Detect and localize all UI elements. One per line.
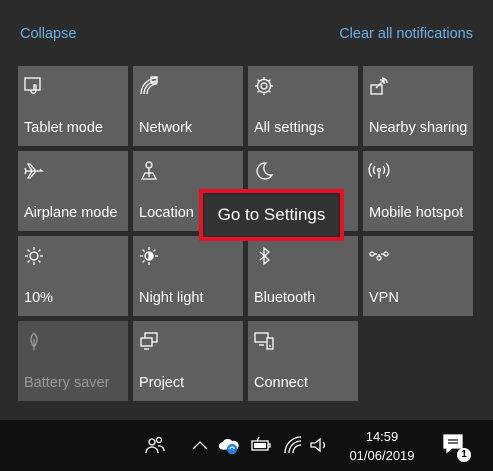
tile-label: Connect (254, 375, 309, 391)
tile-night-light[interactable]: Night light (133, 236, 243, 316)
notification-count-badge: 1 (457, 448, 471, 462)
action-center-button[interactable]: 1 (428, 420, 493, 471)
tile-brightness[interactable]: 10% (18, 236, 128, 316)
tile-network[interactable]: Network (133, 66, 243, 146)
night-light-icon (138, 245, 160, 267)
bluetooth-icon (253, 245, 275, 267)
tile-label: All settings (254, 120, 325, 136)
vpn-icon (368, 245, 390, 267)
collapse-link[interactable]: Collapse (20, 26, 76, 42)
tile-nearby-sharing[interactable]: Nearby sharing (363, 66, 473, 146)
tile-label: Nearby sharing (369, 120, 468, 136)
action-center-panel: Collapse Clear all notifications Tablet … (0, 0, 493, 420)
tile-label: Airplane mode (24, 205, 118, 221)
tile-vpn[interactable]: VPN (363, 236, 473, 316)
connect-icon (253, 330, 275, 352)
clear-all-notifications-link[interactable]: Clear all notifications (339, 26, 473, 42)
volume-icon[interactable] (308, 434, 330, 456)
taskbar: 14:59 01/06/2019 1 (0, 420, 493, 471)
tile-label: Battery saver (24, 375, 110, 391)
tile-label: Network (139, 120, 193, 136)
clock-date: 01/06/2019 (349, 448, 415, 463)
tile-project[interactable]: Project (133, 321, 243, 401)
taskbar-clock[interactable]: 14:59 01/06/2019 (337, 427, 427, 465)
chevron-up-icon[interactable] (189, 434, 211, 456)
tile-label: Tablet mode (24, 120, 103, 136)
settings-gear-icon (253, 75, 275, 97)
tile-tablet-mode[interactable]: Tablet mode (18, 66, 128, 146)
tile-mobile-hotspot[interactable]: Mobile hotspot (363, 151, 473, 231)
onedrive-sync-icon[interactable] (218, 434, 240, 456)
tile-label: Location (139, 205, 194, 221)
brightness-icon (23, 245, 45, 267)
network-icon (138, 75, 160, 97)
tile-label: Night light (139, 290, 204, 306)
project-icon (138, 330, 160, 352)
clock-time: 14:59 (365, 429, 399, 444)
tablet-mode-icon (23, 75, 45, 97)
moon-icon (253, 160, 275, 182)
people-icon[interactable] (144, 434, 166, 456)
mobile-hotspot-icon (368, 160, 390, 182)
nearby-sharing-icon (368, 75, 390, 97)
tile-label: Project (139, 375, 185, 391)
go-to-settings-tooltip: Go to Settings (199, 189, 344, 241)
location-icon (138, 160, 160, 182)
tile-connect[interactable]: Connect (248, 321, 358, 401)
airplane-icon (23, 160, 45, 182)
tile-airplane-mode[interactable]: Airplane mode (18, 151, 128, 231)
tooltip-text: Go to Settings (205, 195, 338, 235)
battery-icon[interactable] (250, 434, 272, 456)
tile-label: Mobile hotspot (369, 205, 464, 221)
tile-battery-saver[interactable]: Battery saver (18, 321, 128, 401)
tile-label: VPN (369, 290, 399, 306)
tile-bluetooth[interactable]: Bluetooth (248, 236, 358, 316)
tile-all-settings[interactable]: All settings (248, 66, 358, 146)
tile-label: Bluetooth (254, 290, 316, 306)
tile-label: 10% (24, 290, 54, 306)
wifi-icon[interactable] (282, 434, 304, 456)
battery-saver-icon (23, 330, 45, 352)
